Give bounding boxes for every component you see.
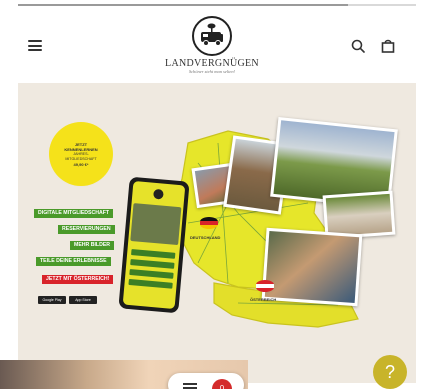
- brand-logo[interactable]: LANDVERGNÜGEN Schöner steht man selten!: [162, 16, 262, 80]
- feature-tag-highlight: JETZT MIT ÖSTERREICH!: [42, 275, 114, 284]
- cart-count-badge[interactable]: 0: [212, 379, 232, 389]
- app-store-badges: Google Play App Store: [38, 296, 97, 304]
- site-header: LANDVERGNÜGEN Schöner steht man selten!: [0, 8, 424, 78]
- shopping-bag-icon[interactable]: [381, 39, 395, 58]
- photo-card: [261, 227, 363, 307]
- membership-badge[interactable]: JETZT KENNENLERNEN JAHRES- MITGLIEDSCHAF…: [52, 125, 110, 183]
- feature-tag: RESERVIERUNGEN: [58, 225, 115, 234]
- austria-flag-icon: [256, 280, 274, 292]
- feature-tag: DIGITALE MITGLIEDSCHAFT: [34, 209, 114, 218]
- menu-icon[interactable]: [183, 383, 197, 389]
- brand-tagline: Schöner steht man selten!: [188, 69, 236, 74]
- feature-tag: TEILE DEINE ERLEBNISSE: [36, 257, 111, 266]
- hamburger-icon[interactable]: [28, 40, 42, 51]
- top-progress-line: [18, 4, 416, 6]
- app-store-badge[interactable]: App Store: [69, 296, 97, 304]
- feature-tag: MEHR BILDER: [70, 241, 115, 250]
- country-label: DEUTSCHLAND: [190, 235, 221, 240]
- hero-banner[interactable]: JETZT KENNENLERNEN JAHRES- MITGLIEDSCHAF…: [18, 83, 416, 383]
- badge-price: 49,90 €*: [73, 161, 89, 167]
- germany-flag-icon: [200, 217, 218, 229]
- floating-cart-pill[interactable]: 0: [168, 373, 244, 389]
- brand-name: LANDVERGNÜGEN: [165, 58, 259, 69]
- google-play-badge[interactable]: Google Play: [38, 296, 66, 304]
- page: LANDVERGNÜGEN Schöner steht man selten! …: [0, 0, 424, 389]
- phone-mockup: [118, 176, 190, 314]
- search-icon[interactable]: [351, 39, 365, 58]
- help-icon[interactable]: ?: [373, 355, 407, 389]
- camper-logo-icon: [192, 16, 232, 56]
- country-label: ÖSTERREICH: [250, 297, 277, 302]
